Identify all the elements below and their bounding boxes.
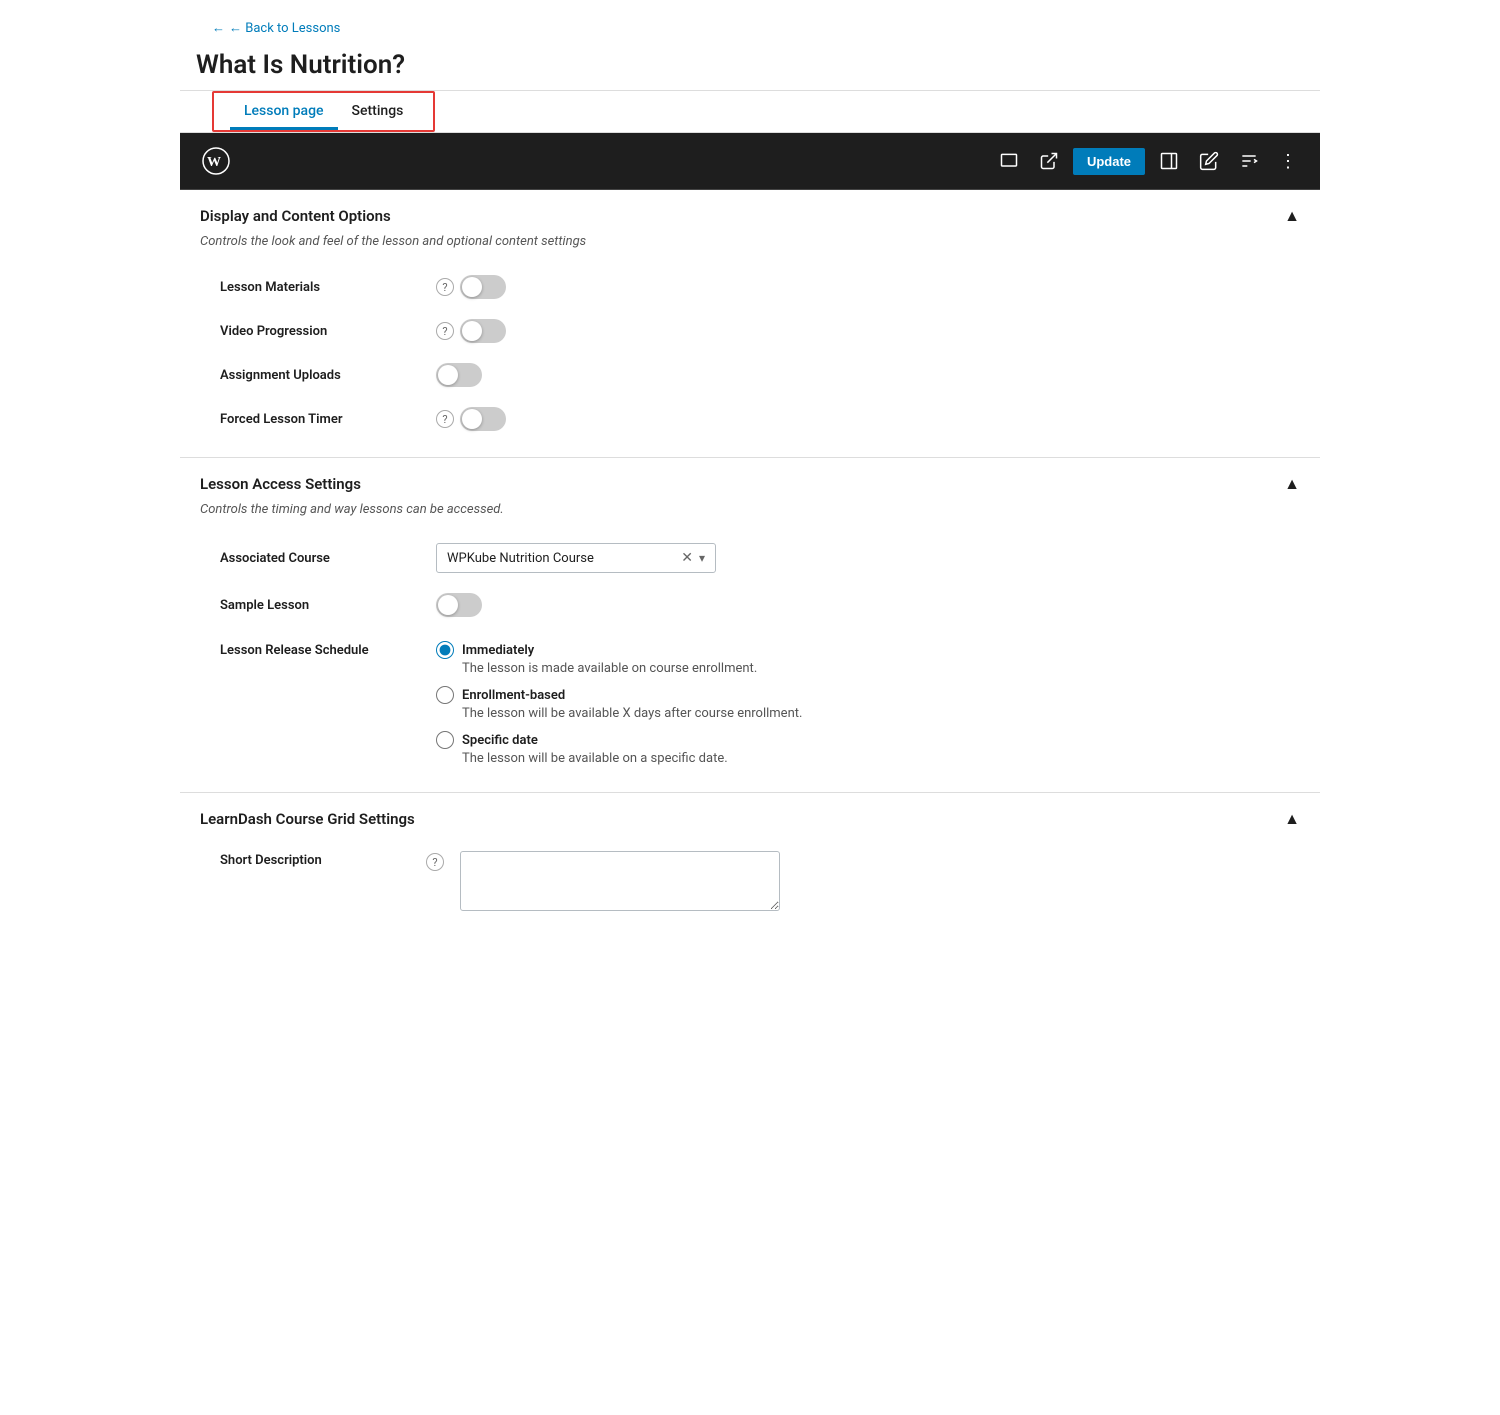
video-progression-label: Video Progression [220,324,420,339]
edit-icon-btn[interactable] [1193,145,1225,177]
page-title: What Is Nutrition? [180,46,1320,91]
forced-lesson-timer-toggle[interactable] [460,407,506,431]
forced-lesson-timer-controls: ? [436,407,506,431]
associated-course-row: Associated Course WPKube Nutrition Cours… [180,533,1320,583]
lesson-access-collapse-btn[interactable]: ▲ [1284,474,1300,494]
assignment-uploads-row: Assignment Uploads [180,353,1320,397]
lesson-release-row: Lesson Release Schedule Immediately The … [180,627,1320,776]
display-content-section: Display and Content Options ▲ Controls t… [180,190,1320,458]
radio-enrollment-option: Enrollment-based The lesson will be avai… [436,686,802,721]
lesson-access-body: Associated Course WPKube Nutrition Cours… [180,533,1320,792]
more-options-btn[interactable]: ⋮ [1273,145,1304,178]
lesson-materials-row: Lesson Materials ? [180,265,1320,309]
lesson-release-radio-group: Immediately The lesson is made available… [436,641,802,766]
associated-course-select[interactable]: WPKube Nutrition Course ✕ ▾ [436,543,716,573]
video-progression-controls: ? [436,319,506,343]
assignment-uploads-track [436,363,482,387]
assignment-uploads-controls [436,363,482,387]
associated-course-label: Associated Course [220,551,420,566]
sample-lesson-toggle[interactable] [436,593,482,617]
course-grid-section: LearnDash Course Grid Settings ▲ Short D… [180,793,1320,937]
short-description-label: Short Description [220,853,420,868]
svg-text:W: W [207,155,221,170]
video-progression-row: Video Progression ? [180,309,1320,353]
radio-immediately-input[interactable] [436,641,454,659]
short-description-textarea[interactable] [460,851,780,911]
wp-logo: W [196,141,236,181]
learndash-icon-btn[interactable] [1233,145,1265,177]
lesson-materials-track [460,275,506,299]
toolbar-right: Update [993,145,1304,178]
video-progression-thumb [462,321,482,341]
lesson-access-description: Controls the timing and way lessons can … [180,502,1320,533]
video-progression-toggle[interactable] [460,319,506,343]
lesson-access-header: Lesson Access Settings ▲ [180,458,1320,502]
short-description-row: Short Description ? [180,837,1320,921]
lesson-access-section: Lesson Access Settings ▲ Controls the ti… [180,458,1320,793]
course-grid-title: LearnDash Course Grid Settings [200,810,415,828]
display-content-title: Display and Content Options [200,207,391,225]
radio-specific-date-option: Specific date The lesson will be availab… [436,731,802,766]
forced-lesson-timer-row: Forced Lesson Timer ? [180,397,1320,441]
forced-lesson-timer-label: Forced Lesson Timer [220,412,420,427]
back-to-lessons-link[interactable]: ← ← Back to Lessons [196,10,356,42]
assignment-uploads-thumb [438,365,458,385]
radio-specific-date-desc: The lesson will be available on a specif… [462,751,802,766]
assignment-uploads-toggle[interactable] [436,363,482,387]
radio-immediately-row: Immediately [436,641,802,659]
update-button[interactable]: Update [1073,148,1145,175]
sample-lesson-track [436,593,482,617]
radio-immediately-desc: The lesson is made available on course e… [462,661,802,676]
video-progression-help-icon[interactable]: ? [436,322,454,340]
forced-lesson-timer-track [460,407,506,431]
lesson-materials-help-icon[interactable]: ? [436,278,454,296]
radio-enrollment-row: Enrollment-based [436,686,802,704]
lesson-materials-toggle[interactable] [460,275,506,299]
lesson-release-label: Lesson Release Schedule [220,641,420,658]
short-description-label-group: Short Description ? [220,851,444,871]
three-dots-icon: ⋮ [1279,151,1298,172]
lesson-access-title: Lesson Access Settings [200,475,361,493]
tab-lesson-page[interactable]: Lesson page [230,93,338,130]
external-link-btn[interactable] [1033,145,1065,177]
editor-toolbar: W Update [180,133,1320,190]
display-content-header: Display and Content Options ▲ [180,190,1320,234]
assignment-uploads-label: Assignment Uploads [220,368,420,383]
associated-course-clear-btn[interactable]: ✕ [681,550,693,566]
radio-immediately-option: Immediately The lesson is made available… [436,641,802,676]
radio-enrollment-label: Enrollment-based [462,688,565,703]
short-description-help-icon[interactable]: ? [426,853,444,871]
radio-specific-date-input[interactable] [436,731,454,749]
display-content-description: Controls the look and feel of the lesson… [180,234,1320,265]
back-arrow-icon: ← [212,20,225,36]
sample-lesson-row: Sample Lesson [180,583,1320,627]
radio-enrollment-input[interactable] [436,686,454,704]
course-grid-header: LearnDash Course Grid Settings ▲ [180,793,1320,837]
associated-course-dropdown-icon: ▾ [699,551,705,565]
tab-bar: Lesson page Settings [212,91,435,132]
view-icon-btn[interactable] [993,145,1025,177]
video-progression-track [460,319,506,343]
tab-settings[interactable]: Settings [338,93,418,130]
course-grid-collapse-btn[interactable]: ▲ [1284,809,1300,829]
sample-lesson-label: Sample Lesson [220,598,420,613]
course-grid-body: Short Description ? [180,837,1320,937]
sample-lesson-thumb [438,595,458,615]
radio-specific-date-label: Specific date [462,733,538,748]
radio-immediately-label: Immediately [462,643,534,658]
back-link-label: ← Back to Lessons [229,20,340,36]
radio-enrollment-desc: The lesson will be available X days afte… [462,706,802,721]
lesson-materials-label: Lesson Materials [220,280,420,295]
display-content-collapse-btn[interactable]: ▲ [1284,206,1300,226]
display-content-body: Lesson Materials ? Video Progression ? [180,265,1320,457]
forced-lesson-timer-thumb [462,409,482,429]
forced-lesson-timer-help-icon[interactable]: ? [436,410,454,428]
radio-specific-date-row: Specific date [436,731,802,749]
associated-course-value: WPKube Nutrition Course [447,551,681,566]
lesson-materials-thumb [462,277,482,297]
lesson-materials-controls: ? [436,275,506,299]
sidebar-panel-btn[interactable] [1153,145,1185,177]
